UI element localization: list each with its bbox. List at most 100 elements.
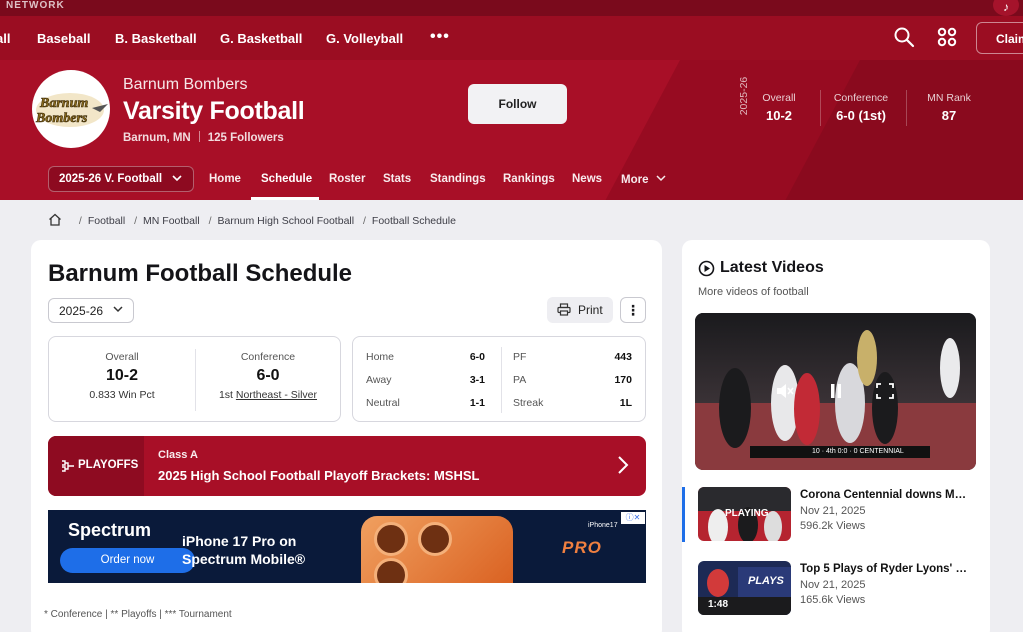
playoff-banner[interactable]: PLAYOFFS Class A 2025 High School Footba… <box>48 436 646 496</box>
video-player[interactable]: 10 · 4th 0:0 · 0 CENTENNIAL <box>695 313 976 470</box>
tab-news[interactable]: News <box>572 173 602 185</box>
location-text: Barnum, MN <box>123 132 191 144</box>
video-title[interactable]: Corona Centennial downs Mat... <box>800 489 972 501</box>
video-thumbnail: PLAYING <box>698 487 791 541</box>
header-stat-overall: Overall 10-2 <box>737 92 821 123</box>
search-icon[interactable] <box>893 26 917 50</box>
season-dropdown-label: 2025-26 V. Football <box>59 173 163 185</box>
chevron-right-icon <box>616 454 630 481</box>
page-title: Barnum Football Schedule <box>48 260 353 287</box>
sport-item-all[interactable]: all <box>0 31 10 46</box>
divider <box>198 131 200 142</box>
chevron-down-icon <box>112 303 124 318</box>
season-dropdown[interactable]: 2025-26 V. Football <box>48 166 194 192</box>
video-thumbnail: PLAYS 1:48 <box>698 561 791 615</box>
ad-line: Spectrum Mobile® <box>182 551 306 567</box>
breadcrumb-separator: / <box>78 215 82 227</box>
stat-label: Conference <box>833 92 889 104</box>
split-value: 1L <box>619 397 632 409</box>
playing-badge: PLAYING <box>725 508 769 519</box>
tab-rankings[interactable]: Rankings <box>503 173 555 185</box>
video-list-item[interactable]: PLAYING Corona Centennial downs Mat... N… <box>698 487 988 545</box>
print-button[interactable]: Print <box>547 297 613 323</box>
tiktok-icon[interactable]: ♪ <box>993 0 1019 16</box>
split-label: Streak <box>513 397 544 409</box>
sport-item-girls-volleyball[interactable]: G. Volleyball <box>326 31 403 46</box>
videos-subtitle[interactable]: More videos of football <box>698 286 809 298</box>
camera-lens <box>418 522 452 556</box>
breadcrumb-separator: / <box>134 215 138 227</box>
apps-grid-icon[interactable] <box>936 26 960 50</box>
videos-title: Latest Videos <box>698 259 824 277</box>
tab-schedule[interactable]: Schedule <box>261 173 312 185</box>
playoffs-tag: PLAYOFFS <box>48 436 144 496</box>
stat-label: Overall <box>762 92 796 104</box>
follow-button[interactable]: Follow <box>468 84 567 124</box>
conference-link[interactable]: Northeast - Silver <box>236 389 317 401</box>
breadcrumb-separator: / <box>208 215 212 227</box>
sport-item-baseball[interactable]: Baseball <box>37 31 90 46</box>
split-value: 1-1 <box>469 397 485 409</box>
team-title: Varsity Football <box>123 97 305 125</box>
mute-icon[interactable] <box>775 382 795 405</box>
pause-icon[interactable] <box>827 382 845 405</box>
now-playing-indicator <box>682 487 685 542</box>
print-label: Print <box>578 303 603 317</box>
home-icon[interactable] <box>48 213 62 229</box>
split-value: 3-1 <box>469 374 485 386</box>
split-label: Home <box>366 351 395 363</box>
videos-card: Latest Videos More videos of football 10… <box>682 240 990 632</box>
bracket-icon <box>62 460 74 472</box>
ad-headline: iPhone 17 Pro on Spectrum Mobile® <box>182 532 305 568</box>
record-value: 6-0 <box>256 367 280 384</box>
stat-label: MN Rank <box>927 92 971 104</box>
breadcrumb-item[interactable]: Football <box>88 215 125 227</box>
playoff-class: Class A <box>158 449 198 461</box>
breadcrumb: / Football / MN Football / Barnum High Scho… <box>48 213 456 229</box>
record-label: Conference <box>240 351 296 363</box>
conference-place: 1st Northeast - Silver <box>195 389 341 401</box>
video-date: Nov 21, 2025 <box>800 579 866 591</box>
video-title[interactable]: Top 5 Plays of Ryder Lyons' Hi... <box>800 563 972 575</box>
thumbnail-text: PLAYS <box>748 575 784 587</box>
breadcrumb-separator: / <box>363 215 366 227</box>
play-circle-icon <box>698 260 715 277</box>
school-name[interactable]: Barnum Bombers <box>123 76 248 94</box>
ad-pro-logo: PRO <box>562 538 602 557</box>
advertisement[interactable]: Spectrum Order now iPhone 17 Pro on Spec… <box>48 510 646 583</box>
more-options-icon[interactable]: ⋮ <box>620 297 646 323</box>
breadcrumb-item[interactable]: Football Schedule <box>372 215 456 227</box>
tab-standings[interactable]: Standings <box>430 173 486 185</box>
sport-item-girls-basketball[interactable]: G. Basketball <box>220 31 302 46</box>
ad-choices-icon[interactable]: ⓘ✕ <box>621 512 645 524</box>
tab-roster[interactable]: Roster <box>329 173 365 185</box>
breadcrumb-item[interactable]: Barnum High School Football <box>218 215 355 227</box>
ad-brand: Spectrum <box>68 520 152 540</box>
videos-title-label: Latest Videos <box>720 259 824 276</box>
ad-order-button[interactable]: Order now <box>60 548 195 573</box>
tab-stats[interactable]: Stats <box>383 173 411 185</box>
header-stat-rank: MN Rank 87 <box>907 92 991 123</box>
fullscreen-icon[interactable] <box>875 382 895 405</box>
conference-place-value: 1st <box>218 389 233 401</box>
tab-more[interactable]: More <box>621 173 667 186</box>
video-scorebar: 10 · 4th 0:0 · 0 CENTENNIAL <box>750 446 930 458</box>
camera-lens <box>374 522 408 556</box>
video-list-item[interactable]: PLAYS 1:48 Top 5 Plays of Ryder Lyons' H… <box>698 561 988 619</box>
conference-record: Conference 6-0 1st Northeast - Silver <box>195 351 341 401</box>
win-pct-label: Win Pct <box>118 389 155 401</box>
ad-line: iPhone 17 Pro on <box>182 533 297 549</box>
breadcrumb-item[interactable]: MN Football <box>143 215 200 227</box>
win-pct-value: 0.833 <box>89 389 116 401</box>
tab-home[interactable]: Home <box>209 173 241 185</box>
video-views: 596.2k Views <box>800 520 866 532</box>
video-views: 165.6k Views <box>800 594 866 606</box>
more-sports-button[interactable]: ••• <box>430 28 450 46</box>
year-dropdown[interactable]: 2025-26 <box>48 298 134 323</box>
playoff-title: 2025 High School Football Playoff Bracke… <box>158 468 480 483</box>
sport-item-boys-basketball[interactable]: B. Basketball <box>115 31 197 46</box>
sports-nav: all Baseball B. Basketball G. Basketball… <box>0 16 1023 60</box>
claim-button[interactable]: Claim <box>976 22 1023 54</box>
stat-value: 10-2 <box>765 108 793 123</box>
chevron-down-icon <box>656 175 666 182</box>
